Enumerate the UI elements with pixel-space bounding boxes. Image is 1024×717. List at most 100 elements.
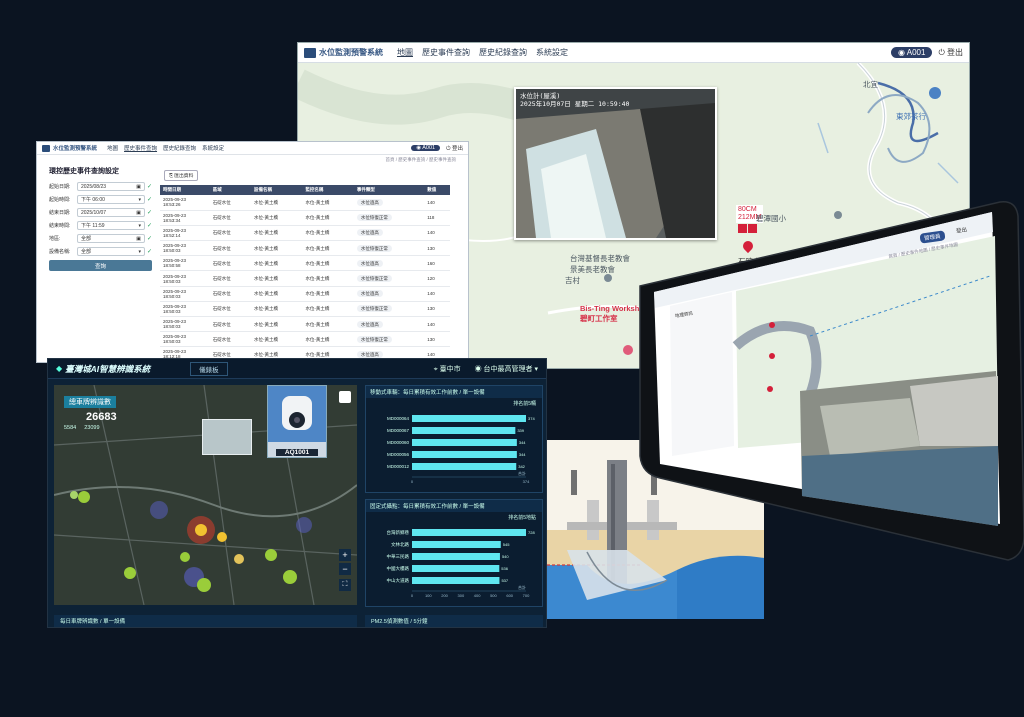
bar[interactable] <box>412 577 500 584</box>
table-row[interactable]: 2025-09-23 18:50:03 石碇水位 水位-黃土橋 水位-黃土橋 水位過高 14… <box>160 316 450 333</box>
bar-category-label: MD000064 <box>387 416 410 421</box>
x-tick-label: 100 <box>425 593 432 598</box>
bar[interactable] <box>412 439 517 446</box>
user-badge[interactable]: ◉ A001 <box>890 47 933 58</box>
cell-time: 18:50:03 <box>163 248 181 254</box>
nav-record-history[interactable]: 歷史紀錄查詢 <box>479 47 527 58</box>
filter-field[interactable]: 2025/08/23 ▣ <box>77 182 145 191</box>
cell-area: 石碇水位 <box>209 270 251 287</box>
camera-thumbnail[interactable] <box>202 419 252 455</box>
cell-device: 水位-黃土橋 <box>250 286 303 302</box>
check-icon: ✓ <box>146 184 152 190</box>
cell-datetime: 2025-09-23 18:50:03 <box>160 316 210 333</box>
nav-map[interactable]: 地圖 <box>107 144 118 152</box>
dropdown-icon: ▾ <box>138 248 141 255</box>
filter-field[interactable]: 下午 11:59 ▾ <box>77 221 145 230</box>
system-logo-icon <box>304 47 316 58</box>
zoom-in-button[interactable]: + <box>339 549 351 561</box>
column-header[interactable]: 事件類型 <box>353 185 425 195</box>
logout-button[interactable]: ⏻ 登出 <box>446 144 463 153</box>
cell-datetime: 2025-09-23 18:50:03 <box>160 331 210 348</box>
export-label: 匯出資料 <box>174 174 194 179</box>
dropdown-icon: ▾ <box>138 222 141 229</box>
event-type-tag: 水位過高 <box>356 229 383 237</box>
dashboard-map[interactable]: 總車牌辨識數 26683 5584 23099 AQ1001 + − ⛶ <box>54 385 357 605</box>
column-header[interactable]: 設備名稱 <box>250 185 303 195</box>
bar[interactable] <box>412 463 517 470</box>
table-row[interactable]: 2025-09-23 18:50:03 石碇水位 水位-黃土橋 水位-黃土橋 水位過高 14… <box>160 286 450 302</box>
filter-label: 結束日期: <box>49 210 71 216</box>
user-badge[interactable]: ◉ A001 <box>411 145 441 151</box>
tab-pm25[interactable]: PM2.5偵測數值 / 5分鐘 <box>365 615 543 627</box>
filter-field[interactable]: 全部 ▾ <box>77 247 145 256</box>
filter-row: 起始時間: 下午 06:00 ▾ ✓ <box>49 195 152 204</box>
bar[interactable] <box>412 553 500 560</box>
cell-value: 130 <box>424 331 450 348</box>
nav-record-history[interactable]: 歷史紀錄查詢 <box>163 144 196 152</box>
filter-value: 2025/10/07 <box>81 209 107 216</box>
filter-field[interactable]: 2025/10/07 ▣ <box>77 208 145 217</box>
table-row[interactable]: 2025-09-23 18:50:58 石碇水位 水位-黃土橋 水位-黃土橋 水位過高 16… <box>160 255 450 272</box>
zoom-out-button[interactable]: − <box>339 563 351 575</box>
logout-button[interactable]: ⏻ 登出 <box>938 47 963 58</box>
table-row[interactable]: 2025-09-23 18:50:03 石碇水位 水位-黃土橋 水位-黃土橋 水位恢復正常… <box>160 270 450 287</box>
bar[interactable] <box>412 529 526 536</box>
table-row[interactable]: 2025-09-23 18:53:26 石碇水位 水位-黃土橋 水位-黃土橋 水位過高 14… <box>160 195 450 211</box>
x-tick-label: 374 <box>523 479 530 484</box>
fullscreen-icon[interactable]: ⛶ <box>339 579 351 591</box>
bar-category-label: 中國大樓路 <box>387 565 410 572</box>
nav-settings[interactable]: 系統設定 <box>536 47 568 58</box>
tab-dashboard[interactable]: 儀錶板 <box>190 361 228 376</box>
event-type-tag: 水位過高 <box>356 320 383 328</box>
bar-category-label: MD000012 <box>387 464 410 469</box>
table-row[interactable]: 2025-09-23 18:52:14 石碇水位 水位-黃土橋 水位-黃土橋 水位過高 14… <box>160 225 450 242</box>
bar[interactable] <box>412 451 517 458</box>
nav-settings[interactable]: 系統設定 <box>202 144 224 152</box>
cell-value: 140 <box>424 316 450 333</box>
nav-event-history[interactable]: 歷史事件查詢 <box>422 47 470 58</box>
column-header[interactable]: 數值 <box>424 185 450 195</box>
logout-label: 登出 <box>947 48 963 57</box>
tab-daily-plates[interactable]: 每日車牌辨識數 / 單一設備 <box>54 615 357 627</box>
cell-time: 18:50:03 <box>163 339 181 345</box>
event-type-tag: 水位恢復正常 <box>356 244 392 252</box>
location-selector[interactable]: ⌖ 臺中市 <box>434 364 461 374</box>
device-card[interactable]: AQ1001 <box>267 385 327 458</box>
filter-value: 下午 11:59 <box>81 223 105 229</box>
export-button[interactable]: ⎘ 匯出資料 <box>164 170 199 181</box>
layers-icon[interactable] <box>339 391 351 403</box>
column-header[interactable]: 時間日期 <box>160 185 210 195</box>
query-button[interactable]: 查詢 <box>49 260 152 271</box>
map-place-c: 北宜 <box>863 80 878 89</box>
calendar-icon: ▣ <box>136 209 141 216</box>
event-type-tag: 水位過高 <box>356 290 383 298</box>
bar-value-label: 339 <box>517 428 524 433</box>
event-type-tag: 水位過高 <box>356 259 383 267</box>
bar[interactable] <box>412 565 500 572</box>
mobile-device-panel: 移動式車輛：每日累積有效工作前數 / 單一設備 排名前5輛 MD000064 37… <box>365 385 543 493</box>
admin-menu[interactable]: ◉ 台中最高管理者 ▾ <box>475 364 538 374</box>
filter-field[interactable]: 全部 ▣ <box>77 234 145 243</box>
table-row[interactable]: 2025-09-23 18:50:03 石碇水位 水位-黃土橋 水位-黃土橋 水位恢復正常… <box>160 240 450 257</box>
table-row[interactable]: 2025-09-23 18:50:03 石碇水位 水位-黃土橋 水位-黃土橋 水位恢復正常… <box>160 301 450 318</box>
cell-datetime: 2025-09-23 18:52:14 <box>160 225 210 242</box>
bar[interactable] <box>412 427 516 434</box>
tablet-logout[interactable]: 登出 <box>955 225 968 234</box>
filter-label: 地區: <box>49 236 61 242</box>
cell-monitor: 水位-黃土橋 <box>302 255 354 272</box>
tablet-device: 管理員 登出 首頁 / 歷史事件地圖 / 歷史事件地圖 地理資訊 <box>620 196 1024 576</box>
bar[interactable] <box>412 541 501 548</box>
table-row[interactable]: 2025-09-23 18:50:03 石碇水位 水位-黃土橋 水位-黃土橋 水位恢復正常… <box>160 331 450 348</box>
column-header[interactable]: 監控名稱 <box>302 185 354 195</box>
column-header[interactable]: 區域 <box>209 185 251 195</box>
nav-map[interactable]: 地圖 <box>397 47 413 58</box>
bar[interactable] <box>412 415 526 422</box>
cell-device: 水位-黃土橋 <box>250 240 303 257</box>
x-tick-label: 600 <box>506 593 513 598</box>
filter-field[interactable]: 下午 06:00 ▾ <box>77 195 145 204</box>
nav-event-history[interactable]: 歷史事件查詢 <box>124 144 157 152</box>
bar-value-label: 540 <box>502 554 509 559</box>
table-row[interactable]: 2025-09-23 18:53:34 石碇水位 水位-黃土橋 水位-黃土橋 水位恢復正常… <box>160 210 450 226</box>
filter-value: 全部 <box>81 236 92 242</box>
check-icon: ✓ <box>146 197 152 203</box>
